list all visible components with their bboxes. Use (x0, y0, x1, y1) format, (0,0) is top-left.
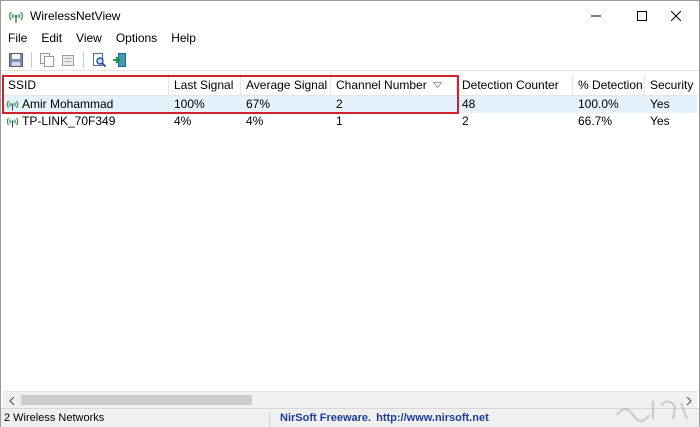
website-url[interactable]: http://www.nirsoft.net (376, 412, 489, 424)
cell-last-signal: 4% (174, 114, 192, 128)
exit-button[interactable] (111, 51, 129, 69)
cell-channel: 1 (336, 114, 343, 128)
menu-options[interactable]: Options (109, 31, 164, 49)
close-icon (671, 11, 681, 21)
scroll-left-button[interactable] (3, 392, 20, 409)
column-header-label: Channel Number (336, 78, 427, 92)
properties-icon (62, 54, 74, 66)
chevron-left-icon (8, 396, 14, 405)
exit-icon (113, 52, 126, 67)
window-title: WirelessNetView (30, 9, 121, 23)
column-header-channel-number[interactable]: Channel Number (331, 74, 457, 96)
toolbar-separator (83, 51, 84, 68)
wifi-network-icon (6, 117, 19, 128)
sort-descending-icon (433, 82, 442, 89)
toolbar-separator (31, 51, 32, 68)
menu-help[interactable]: Help (164, 31, 203, 49)
wifi-network-icon (6, 100, 19, 111)
copy-icon (40, 52, 54, 67)
ssid-text: TP-LINK_70F349 (22, 114, 116, 128)
column-header-security[interactable]: Security En (645, 74, 697, 96)
save-button[interactable] (7, 51, 25, 69)
menu-edit[interactable]: Edit (34, 31, 69, 49)
column-header-ssid[interactable]: SSID (3, 74, 169, 96)
save-icon (9, 52, 23, 67)
cell-average-signal: 4% (246, 114, 264, 128)
scrollbar-thumb[interactable] (21, 395, 252, 405)
find-button[interactable] (90, 51, 108, 69)
minimize-icon (591, 15, 601, 17)
menu-file[interactable]: File (1, 31, 34, 49)
copy-button[interactable] (38, 51, 56, 69)
close-button[interactable] (653, 1, 699, 31)
credit-text: NirSoft Freeware. (280, 412, 372, 424)
ssid-text: Amir Mohammad (22, 97, 114, 111)
nirsoft-link[interactable]: NirSoft Freeware. http://www.nirsoft.net (280, 412, 489, 424)
cell-ssid: TP-LINK_70F349 (3, 113, 169, 130)
column-header-average-signal[interactable]: Average Signal (241, 74, 331, 96)
status-network-count: 2 Wireless Networks (4, 412, 270, 426)
table-row[interactable]: Amir Mohammad 100% 67% 2 48 100.0% Yes (3, 96, 697, 113)
cell-last-signal: 100% (174, 97, 205, 111)
app-window: WirelessNetView File Edit View Options H… (0, 0, 700, 427)
toolbar (1, 49, 699, 71)
cell-detection-counter: 48 (462, 97, 476, 111)
cell-channel: 2 (336, 97, 343, 111)
horizontal-scrollbar[interactable] (3, 391, 697, 408)
cell-detection-percent: 66.7% (578, 114, 613, 128)
find-icon (93, 52, 107, 67)
properties-button[interactable] (59, 51, 77, 69)
networks-table[interactable]: SSID Last Signal Average Signal Channel … (3, 74, 697, 392)
menu-view[interactable]: View (69, 31, 109, 49)
watermark-logo (616, 400, 689, 423)
cell-security: Yes (650, 97, 670, 111)
cell-security: Yes (650, 114, 670, 128)
status-bar: 2 Wireless Networks NirSoft Freeware. htt… (1, 408, 699, 427)
cell-average-signal: 67% (246, 97, 271, 111)
column-header-detection-counter[interactable]: Detection Counter (457, 74, 573, 96)
column-header-last-signal[interactable]: Last Signal (169, 74, 241, 96)
table-header: SSID Last Signal Average Signal Channel … (3, 74, 697, 96)
minimize-button[interactable] (573, 1, 619, 31)
menu-bar: File Edit View Options Help (1, 31, 699, 49)
table-row[interactable]: TP-LINK_70F349 4% 4% 1 2 66.7% Yes (3, 113, 697, 130)
wifi-antenna-icon (9, 11, 23, 23)
cell-detection-percent: 100.0% (578, 97, 619, 111)
cell-detection-counter: 2 (462, 114, 469, 128)
title-bar[interactable]: WirelessNetView (1, 1, 699, 31)
cell-ssid: Amir Mohammad (3, 96, 169, 113)
column-header-detection-percent[interactable]: % Detection (573, 74, 645, 96)
maximize-icon (637, 11, 647, 21)
